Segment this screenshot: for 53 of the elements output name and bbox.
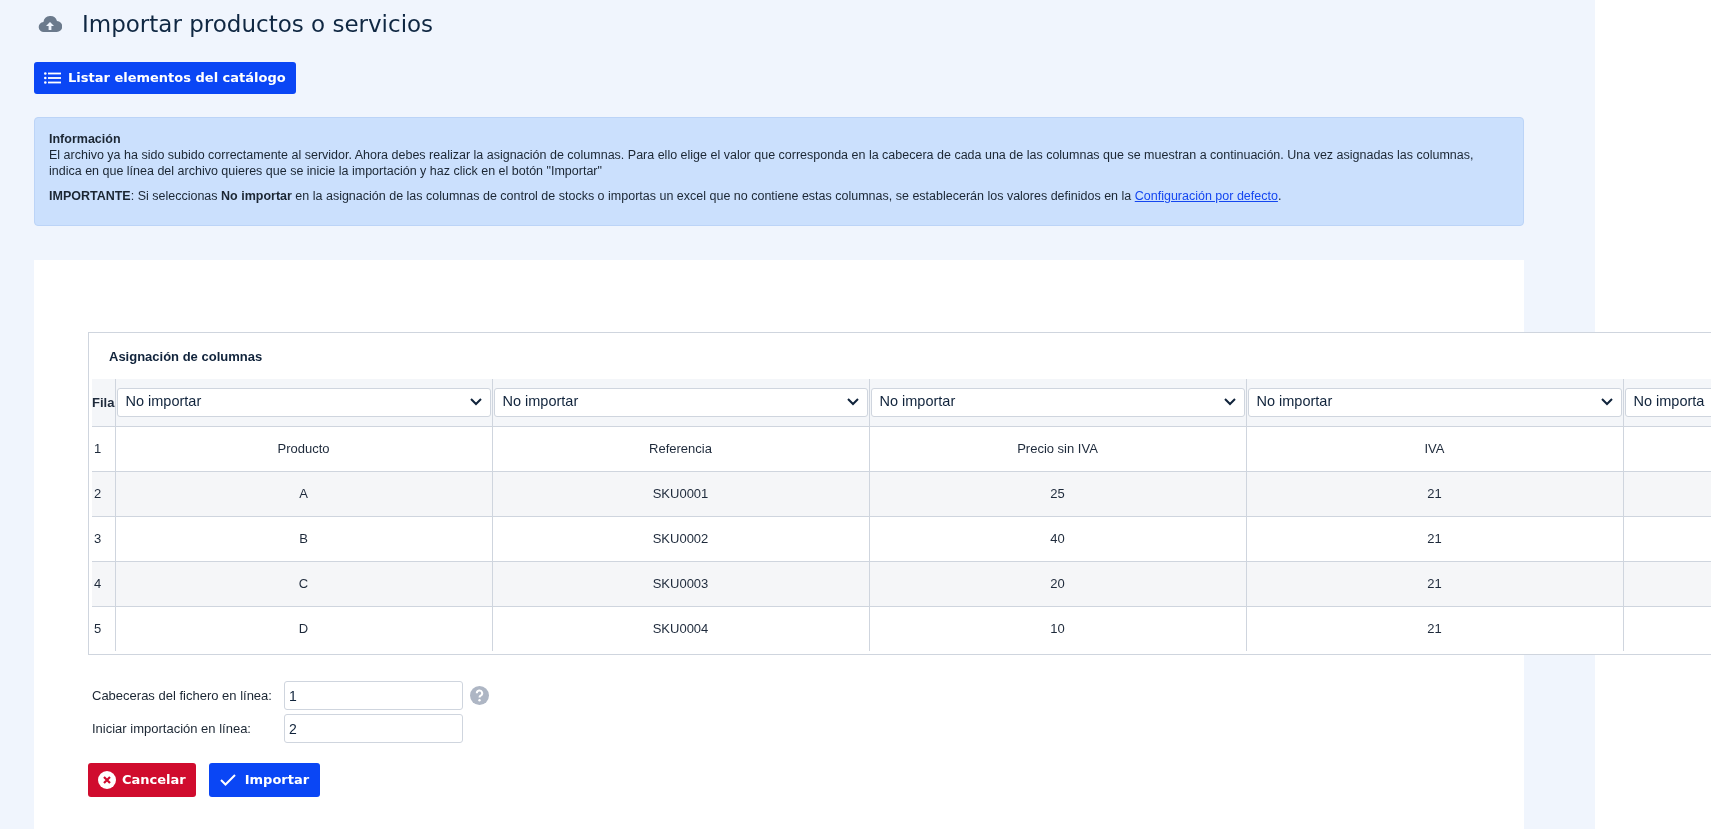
- row-number: 4: [94, 575, 102, 591]
- table-cell: 21: [1427, 621, 1442, 636]
- column-select[interactable]: No importar: [1247, 387, 1622, 417]
- panel-title: Asignación de columnas: [108, 347, 264, 366]
- table-cell: SKU0001: [652, 485, 709, 501]
- list-catalog-button[interactable]: Listar elementos del catálogo: [34, 62, 296, 94]
- help-icon[interactable]: [470, 686, 489, 705]
- table-cell: 20: [1050, 575, 1065, 591]
- page-title: Importar productos o servicios: [82, 9, 434, 39]
- number-field[interactable]: 2: [284, 714, 463, 743]
- column-select[interactable]: No importar: [493, 387, 868, 417]
- import-button[interactable]: Importar: [208, 763, 321, 797]
- table-cell: Producto: [277, 440, 330, 456]
- number-field[interactable]: 1: [284, 681, 463, 710]
- table-cell: Referencia: [649, 440, 712, 456]
- chevron-down-icon: [1600, 398, 1613, 407]
- table-cell: C: [298, 575, 309, 591]
- important-note: IMPORTANTE: Si seleccionas No importar en la asignación de las columnas de control de stocks o importas un excel que no contiene estas columnas, se establecerán los valores definidos en la Configuración por defecto.: [49, 188, 1283, 204]
- row-number: 5: [94, 621, 102, 636]
- row-number: 3: [94, 530, 102, 546]
- table-cell: SKU0003: [652, 575, 709, 591]
- cloud-upload-icon: [38, 15, 62, 33]
- table-cell: D: [298, 621, 309, 636]
- list-icon: [44, 72, 61, 84]
- chevron-down-icon: [1223, 398, 1236, 407]
- table-cell: 21: [1427, 485, 1442, 501]
- field-label: Iniciar importación en línea:: [91, 719, 252, 738]
- column-select[interactable]: No importa: [1624, 387, 1711, 417]
- table-cell: SKU0002: [652, 530, 709, 546]
- table-cell: 40: [1050, 530, 1065, 546]
- table-cell: SKU0004: [652, 621, 709, 636]
- column-select[interactable]: No importar: [116, 387, 491, 417]
- chevron-down-icon: [469, 398, 482, 407]
- checkmark-icon: [219, 774, 236, 786]
- row-header: Fila: [92, 394, 115, 410]
- cancel-button[interactable]: Cancelar: [88, 763, 196, 797]
- table-cell: 10: [1050, 621, 1065, 636]
- close-icon: [98, 771, 116, 789]
- info-heading: Información: [49, 131, 122, 147]
- config-link[interactable]: Configuración por defecto: [1134, 189, 1278, 203]
- table-cell: 21: [1427, 575, 1442, 591]
- field-label: Cabeceras del fichero en línea:: [91, 686, 273, 705]
- info-text: El archivo ya ha sido subido correctamente al servidor. Ahora debes realizar la asignación de columnas. Para ello elige el valor que corresponda en la cabecera de cada una de las columnas que se muestran a continuación. Una vez asignadas las columnas, indica en que línea del archivo quieres que se inicie la importación y haz click en el botón "Importar": [49, 147, 1475, 179]
- table-cell: 25: [1050, 485, 1065, 501]
- table-cell: Precio sin IVA: [1017, 440, 1098, 456]
- column-select[interactable]: No importar: [870, 387, 1245, 417]
- table-cell: A: [299, 485, 308, 501]
- table-cell: IVA: [1424, 440, 1445, 456]
- chevron-down-icon: [846, 398, 859, 407]
- row-number: 1: [94, 440, 102, 456]
- table-cell: 21: [1427, 530, 1442, 546]
- row-number: 2: [94, 485, 102, 501]
- table-cell: B: [299, 530, 308, 546]
